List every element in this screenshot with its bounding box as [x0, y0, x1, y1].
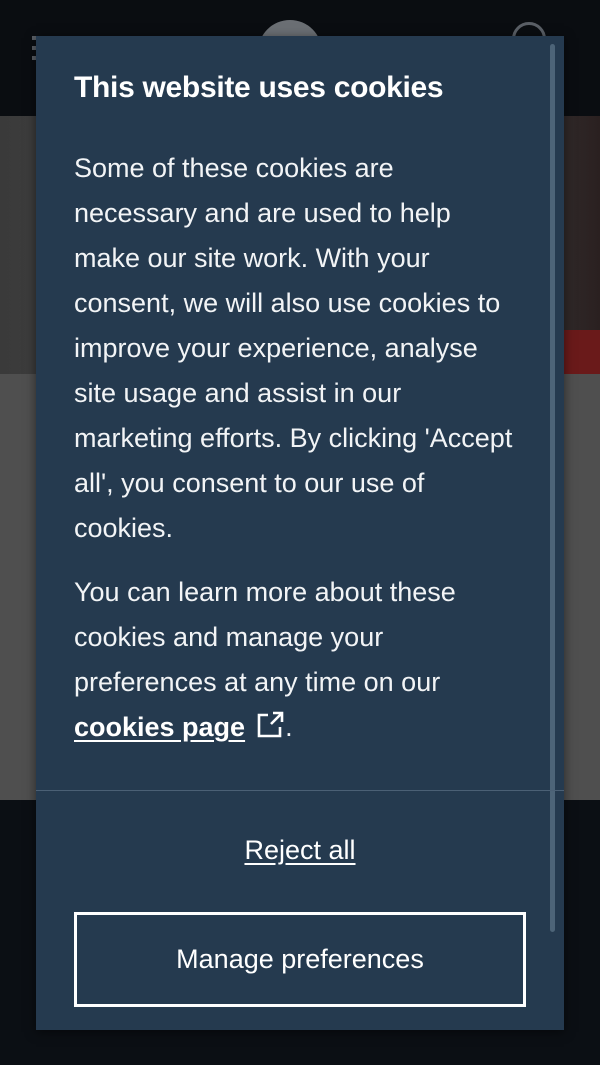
cookie-dialog-scroll-area[interactable]: This website uses cookies Some of these … [36, 36, 564, 790]
dialog-scrollbar[interactable] [550, 44, 555, 932]
cookie-description: Some of these cookies are necessary and … [74, 153, 513, 543]
cookies-page-link-label: cookies page [74, 712, 246, 742]
cookies-page-link[interactable]: cookies page [74, 711, 285, 742]
cookie-manage-info-period: . [285, 712, 293, 742]
hero-image-accent [560, 330, 600, 374]
external-link-icon [257, 711, 284, 738]
page: This website uses cookies Some of these … [0, 0, 600, 1065]
cookie-manage-info: You can learn more about these cookies a… [74, 570, 520, 750]
cookie-consent-dialog: This website uses cookies Some of these … [36, 36, 564, 1030]
cookie-manage-info-text: You can learn more about these cookies a… [74, 577, 456, 697]
dialog-divider [36, 790, 564, 791]
reject-all-button[interactable]: Reject all [200, 824, 400, 876]
dialog-title: This website uses cookies [74, 71, 444, 104]
manage-preferences-button[interactable]: Manage preferences [74, 912, 526, 1007]
